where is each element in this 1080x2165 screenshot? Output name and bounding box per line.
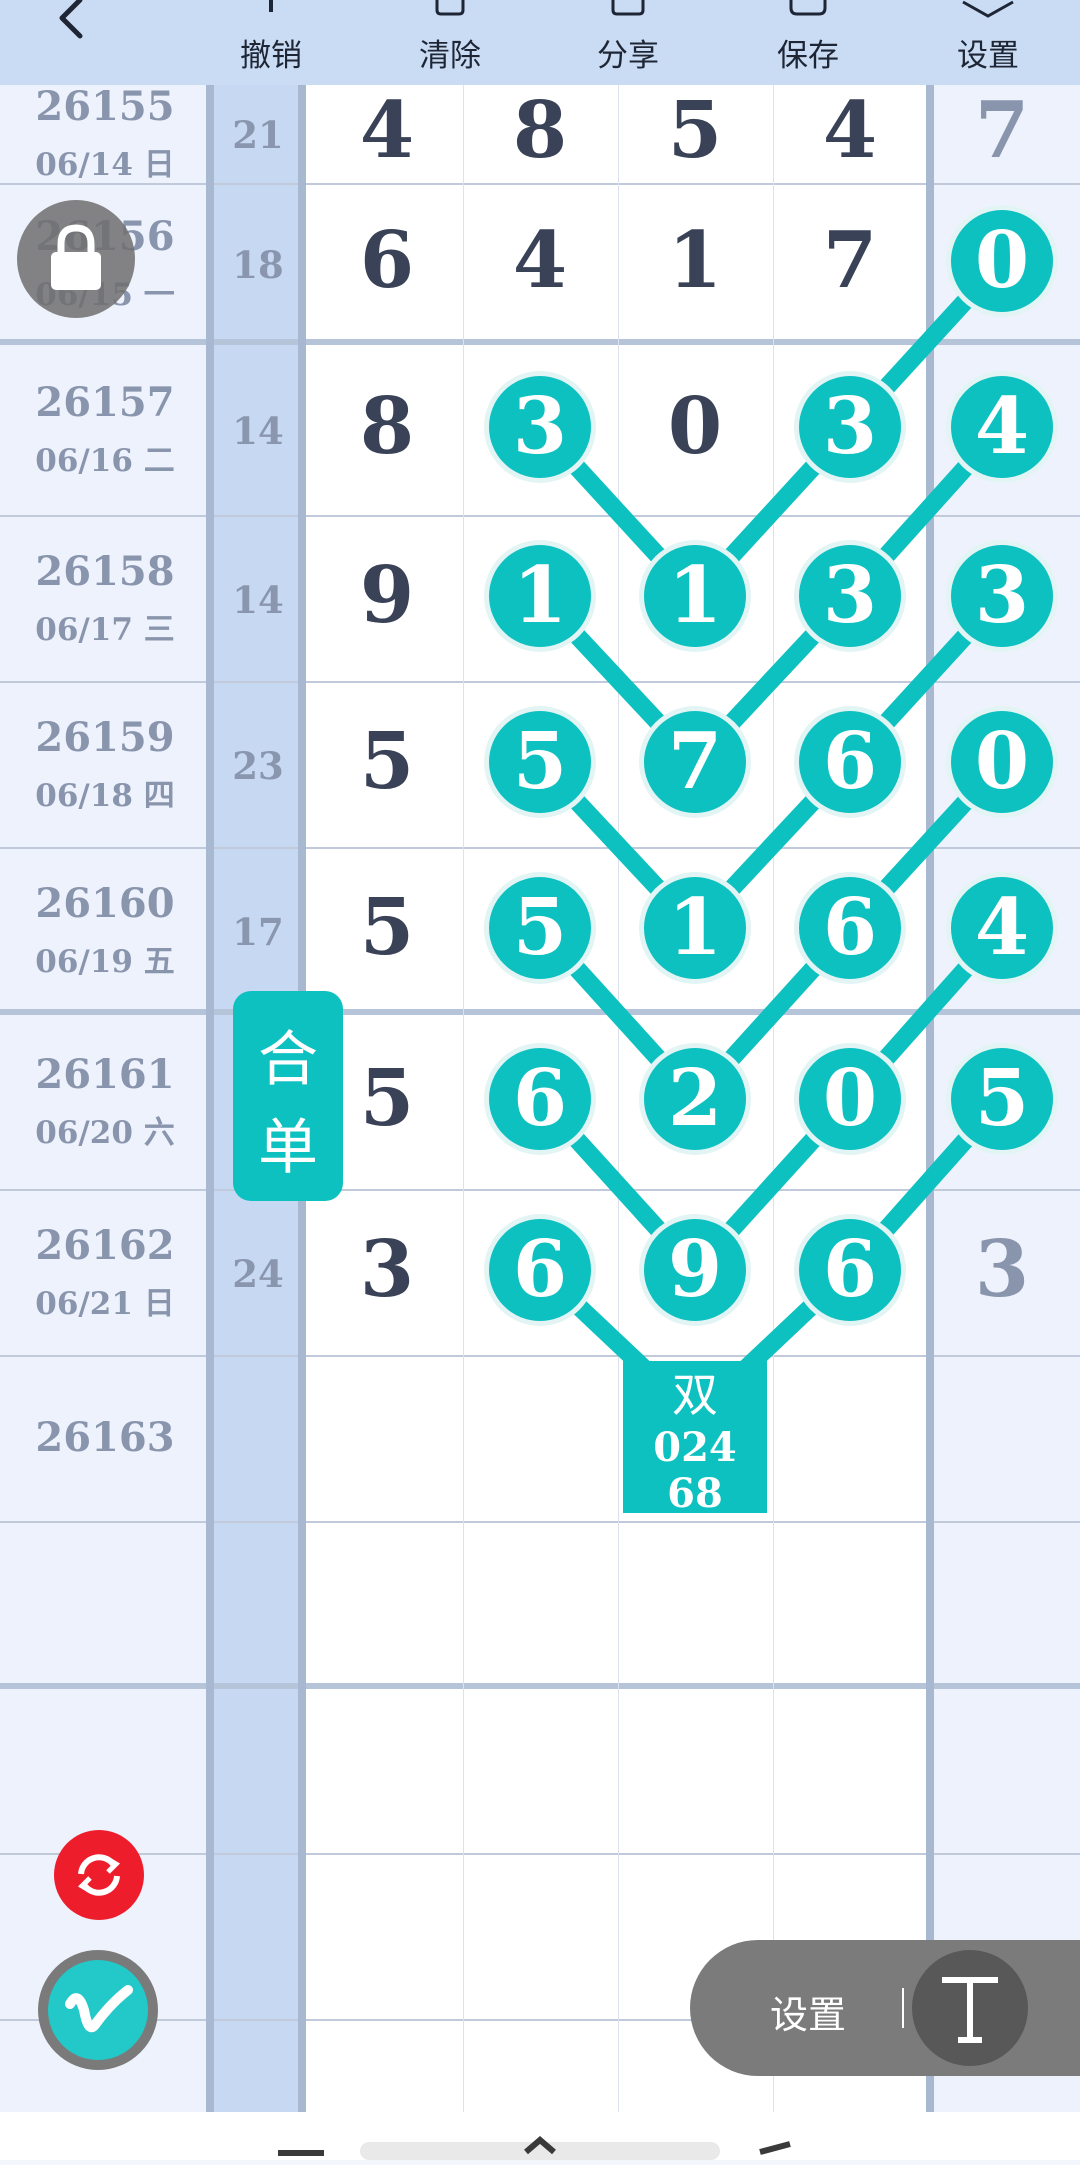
nav-handles bbox=[278, 2136, 791, 2160]
digit: 6 bbox=[823, 882, 877, 973]
digit: 5 bbox=[668, 85, 722, 176]
digit: 6 bbox=[823, 1224, 877, 1315]
settings-pill[interactable]: 设置 bbox=[690, 1940, 1080, 2076]
lock-icon bbox=[51, 224, 101, 290]
he-dan-badge[interactable]: 合 单 bbox=[233, 991, 343, 1201]
digit: 4 bbox=[975, 882, 1029, 973]
digit: 3 bbox=[975, 550, 1029, 641]
digit: 3 bbox=[975, 1224, 1029, 1315]
trend-overlay: 双02468 4 8 5 4 7 6 4 1 7 0 8 3 0 3 4 9 1 1 3 3 5 5 7 6 0 5 5 1 6 4 5 6 2 0… bbox=[360, 85, 1058, 1517]
v-logo-background bbox=[48, 1960, 148, 2060]
digit: 1 bbox=[668, 215, 722, 306]
digit: 6 bbox=[823, 716, 877, 807]
digit: 1 bbox=[513, 550, 567, 641]
system-nav-bar bbox=[0, 2112, 1080, 2160]
settings-label: 设置 bbox=[957, 38, 1019, 74]
refresh-icon bbox=[77, 1854, 121, 1896]
text-tool-button[interactable] bbox=[912, 1950, 1028, 2066]
digit: 7 bbox=[823, 215, 877, 306]
he-char: 合 bbox=[258, 1025, 318, 1095]
prediction-digits: 024 bbox=[653, 1424, 737, 1471]
digit: 5 bbox=[975, 1053, 1029, 1144]
trend-chart[interactable]: 2615506/14 日212615606/15 一182615706/16 二… bbox=[0, 85, 1080, 2115]
digit: 3 bbox=[360, 1224, 414, 1315]
save-label: 保存 bbox=[777, 38, 839, 74]
clear-label: 清除 bbox=[419, 38, 481, 74]
digit: 5 bbox=[360, 882, 414, 973]
digit: 8 bbox=[360, 381, 414, 472]
digit: 4 bbox=[360, 85, 414, 176]
digit: 0 bbox=[823, 1053, 877, 1144]
digit: 6 bbox=[513, 1224, 567, 1315]
digit: 4 bbox=[513, 215, 567, 306]
pill-settings-label[interactable]: 设置 bbox=[770, 1984, 846, 2039]
clear-button[interactable]: 清除 bbox=[385, 0, 515, 85]
digit: 9 bbox=[360, 550, 414, 641]
share-icon bbox=[611, 0, 645, 16]
back-button[interactable] bbox=[50, 0, 100, 50]
undo-button[interactable]: 撤销 bbox=[206, 0, 336, 85]
save-button[interactable]: 保存 bbox=[743, 0, 873, 85]
digit: 9 bbox=[668, 1224, 722, 1315]
digit: 7 bbox=[975, 85, 1029, 176]
digit: 6 bbox=[360, 215, 414, 306]
digit: 5 bbox=[360, 1053, 414, 1144]
chevron-left-icon bbox=[59, 0, 83, 39]
digit: 0 bbox=[668, 381, 722, 472]
digit: 8 bbox=[513, 85, 567, 176]
prediction-digits: 68 bbox=[667, 1470, 723, 1517]
digit: 6 bbox=[513, 1053, 567, 1144]
prediction-title: 双 bbox=[672, 1368, 718, 1422]
settings-icon bbox=[962, 0, 1014, 18]
digit: 3 bbox=[823, 381, 877, 472]
digit: 4 bbox=[823, 85, 877, 176]
digit: 7 bbox=[668, 716, 722, 807]
save-icon bbox=[789, 0, 827, 16]
text-tool-icon bbox=[942, 1977, 998, 2043]
digit: 5 bbox=[360, 716, 414, 807]
digit: 5 bbox=[513, 716, 567, 807]
digit: 2 bbox=[668, 1053, 722, 1144]
settings-button[interactable]: 设置 bbox=[923, 0, 1053, 85]
undo-label: 撤销 bbox=[240, 38, 302, 74]
digit: 1 bbox=[668, 882, 722, 973]
share-button[interactable]: 分享 bbox=[563, 0, 693, 85]
digit: 1 bbox=[668, 550, 722, 641]
digit: 0 bbox=[975, 716, 1029, 807]
v-app-button[interactable] bbox=[38, 1950, 158, 2070]
undo-icon bbox=[269, 0, 273, 12]
digit: 3 bbox=[823, 550, 877, 641]
share-label: 分享 bbox=[597, 38, 659, 74]
digit: 0 bbox=[975, 215, 1029, 306]
digit: 3 bbox=[513, 381, 567, 472]
digit: 4 bbox=[975, 381, 1029, 472]
refresh-button[interactable] bbox=[54, 1830, 144, 1920]
v-logo-icon bbox=[65, 1985, 133, 2033]
digit: 5 bbox=[513, 882, 567, 973]
pill-separator bbox=[902, 1988, 904, 2028]
lock-button[interactable] bbox=[17, 200, 135, 318]
toolbar: 撤销 清除 分享 保存 设置 bbox=[0, 0, 1080, 85]
dan-char: 单 bbox=[258, 1113, 318, 1183]
trash-icon bbox=[435, 0, 465, 16]
